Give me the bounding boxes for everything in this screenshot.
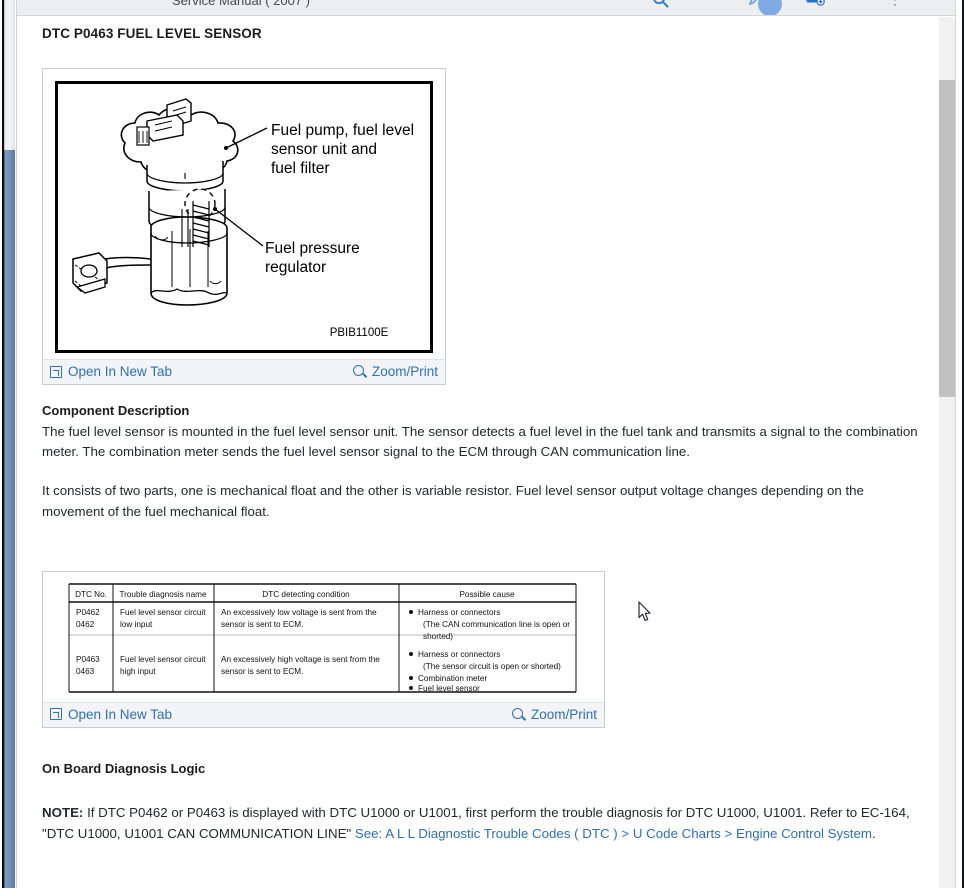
component-description-paragraph-1: The fuel level sensor is mounted in the …	[42, 424, 918, 460]
u-code-charts-link[interactable]: See: A L L Diagnostic Trouble Codes ( DT…	[355, 826, 872, 841]
svg-text:Fuel level sensor circuit: Fuel level sensor circuit	[120, 655, 206, 664]
svg-text:Combination meter: Combination meter	[418, 674, 487, 683]
app-root: Service Manual ( 2007 ) DTC P0463 FUEL L…	[0, 0, 964, 888]
zoom-print-label-2: Zoom/Print	[530, 706, 597, 722]
figure-fuel-pump: Fuel pump, fuel level sensor unit and fu…	[42, 68, 446, 385]
app-bar-title: Service Manual ( 2007 )	[172, 0, 311, 8]
note-label: NOTE:	[42, 804, 84, 820]
svg-text:DTC No.: DTC No.	[75, 590, 107, 599]
open-in-new-tab-label-2: Open In New Tab	[68, 706, 173, 722]
avatar[interactable]	[758, 0, 782, 15]
svg-text:An excessively low voltage is: An excessively low voltage is sent from …	[221, 608, 377, 617]
svg-text:Fuel pump, fuel level: Fuel pump, fuel level	[271, 122, 414, 139]
on-board-diagnosis-heading: On Board Diagnosis Logic	[42, 760, 206, 776]
svg-text:Harness or connectors: Harness or connectors	[418, 650, 500, 659]
svg-text:Harness or connectors: Harness or connectors	[418, 608, 500, 617]
left-browser-rail	[0, 0, 17, 888]
zoom-print-icon	[352, 365, 366, 378]
figure-fuel-pump-toolbar: Open In New Tab Zoom/Print	[43, 359, 445, 384]
open-in-new-tab-link-1[interactable]: Open In New Tab	[50, 364, 172, 379]
app-top-bar: Service Manual ( 2007 )	[0, 0, 964, 16]
zoom-print-link-2[interactable]: Zoom/Print	[511, 706, 597, 722]
figure-fuel-pump-image[interactable]: Fuel pump, fuel level sensor unit and fu…	[43, 69, 445, 359]
svg-text:An excessively high voltage is: An excessively high voltage is sent from…	[221, 655, 380, 664]
svg-text:Fuel pressure: Fuel pressure	[265, 240, 360, 257]
svg-text:fuel filter: fuel filter	[271, 160, 330, 177]
component-description-paragraph-2: It consists of two parts, one is mechani…	[42, 483, 864, 519]
video-add-icon[interactable]	[806, 0, 825, 6]
svg-text:sensor is sent to ECM.: sensor is sent to ECM.	[221, 620, 303, 629]
open-new-tab-icon	[50, 708, 62, 721]
zoom-print-link-1[interactable]: Zoom/Print	[352, 364, 438, 379]
document-content: DTC P0463 FUEL LEVEL SENSOR Fuel pump, f…	[18, 17, 939, 888]
svg-text:(The CAN communication line is: (The CAN communication line is open or	[423, 620, 570, 629]
svg-text:PBIB1100E: PBIB1100E	[330, 327, 389, 339]
svg-text:regulator: regulator	[265, 259, 326, 276]
svg-text:(The sensor circuit is open or: (The sensor circuit is open or shorted)	[423, 662, 561, 671]
zoom-print-icon	[511, 707, 525, 721]
svg-text:0463: 0463	[76, 667, 95, 676]
open-in-new-tab-label-1: Open In New Tab	[68, 364, 173, 379]
note-tail: .	[871, 825, 876, 841]
svg-text:sensor is sent to ECM.: sensor is sent to ECM.	[221, 667, 303, 676]
svg-text:Fuel level sensor: Fuel level sensor	[418, 684, 480, 693]
svg-text:high input: high input	[120, 667, 156, 676]
svg-text:Fuel level sensor circuit: Fuel level sensor circuit	[120, 608, 206, 617]
search-icon[interactable]	[652, 0, 669, 8]
page-scrollbar-thumb[interactable]	[939, 80, 955, 397]
svg-text:DTC detecting condition: DTC detecting condition	[262, 590, 350, 599]
left-scrollbar-thumb[interactable]	[2, 150, 15, 888]
figure-dtc-table: DTC No. Trouble diagnosis name DTC detec…	[42, 570, 605, 728]
svg-text:shorted): shorted)	[423, 632, 453, 641]
open-in-new-tab-link-2[interactable]: Open In New Tab	[50, 707, 172, 722]
figure-dtc-table-toolbar: Open In New Tab Zoom/Print	[43, 701, 604, 727]
svg-text:Possible cause: Possible cause	[459, 590, 515, 599]
fuel-pump-assembly-drawing: Fuel pump, fuel level sensor unit and fu…	[55, 81, 433, 353]
page-scrollbar-track[interactable]	[939, 17, 955, 888]
svg-text:sensor unit and: sensor unit and	[271, 141, 377, 158]
page-title: DTC P0463 FUEL LEVEL SENSOR	[42, 26, 262, 41]
svg-text:0462: 0462	[76, 620, 95, 629]
on-board-diagnosis-note: NOTE: If DTC P0462 or P0463 is displayed…	[42, 802, 932, 844]
svg-text:Trouble diagnosis name: Trouble diagnosis name	[119, 590, 207, 599]
component-description-heading: Component Description	[42, 403, 190, 418]
zoom-print-label-1: Zoom/Print	[371, 364, 438, 379]
open-new-tab-icon	[50, 365, 62, 378]
figure-dtc-table-image[interactable]: DTC No. Trouble diagnosis name DTC detec…	[43, 571, 604, 702]
svg-text:low input: low input	[120, 620, 153, 629]
dtc-table-drawing: DTC No. Trouble diagnosis name DTC detec…	[51, 577, 596, 698]
svg-text:P0462: P0462	[76, 608, 100, 617]
svg-text:P0463: P0463	[76, 655, 100, 664]
kebab-menu-icon[interactable]: ⋮	[888, 0, 902, 8]
